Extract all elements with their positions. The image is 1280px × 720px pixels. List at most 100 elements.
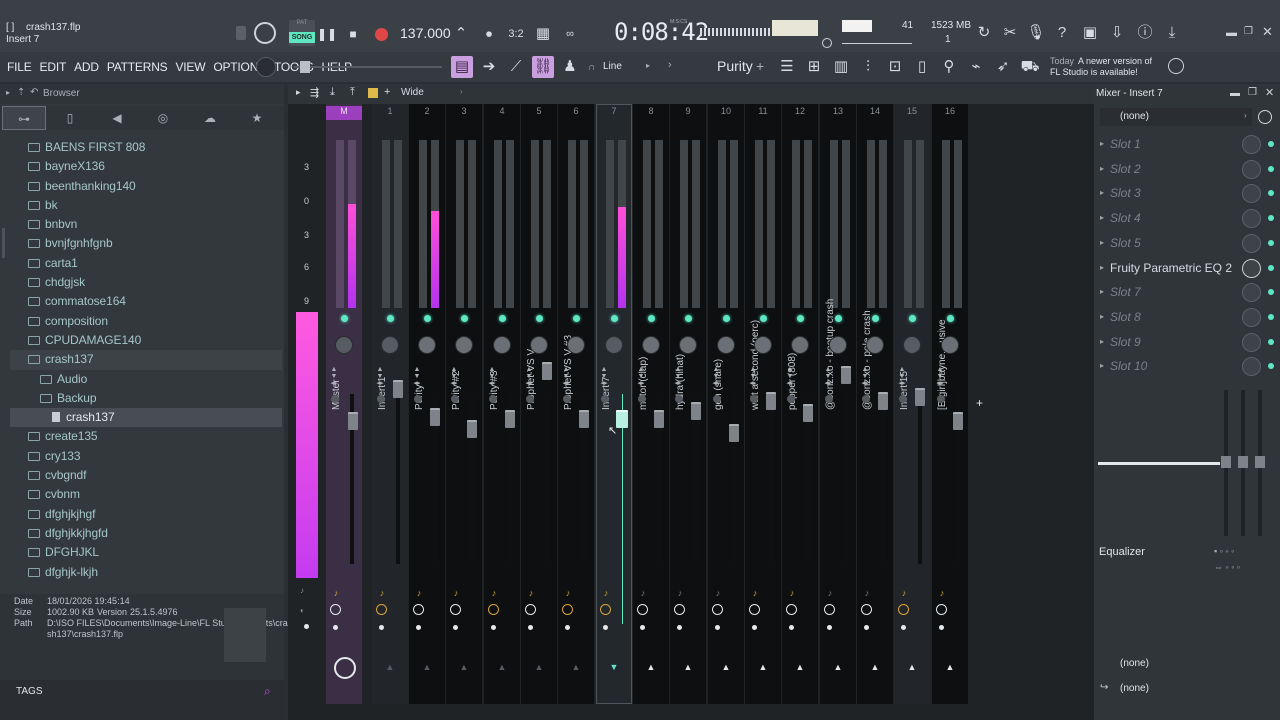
brush-icon[interactable]: ⟋ [505,56,527,78]
mixer-strip[interactable]: 2Purity▲▼◂▸♪▲ [409,104,445,704]
slot-expand-icon[interactable]: ▸ [1100,287,1104,296]
magnet-icon[interactable]: ∩ [588,62,595,73]
stereo-arrows-icon[interactable]: ▲ ▼ [599,366,609,380]
menu-view[interactable]: VIEW [175,60,205,74]
clock-icon[interactable] [600,604,611,615]
wait-record-icon[interactable]: ⏺ [478,23,500,45]
stereo-arrows-icon[interactable]: ▲ ▼ [487,366,497,380]
route-dot[interactable] [752,625,757,630]
solo-dot[interactable] [601,395,609,403]
effect-slot[interactable]: ▸ Slot 1 [1098,133,1278,156]
stereo-separation-icon[interactable]: ◂▸ [329,380,339,387]
panel-close-icon[interactable]: ✕ [1265,86,1274,99]
fader-track[interactable] [545,394,549,564]
stereo-separation-icon[interactable]: ◂▸ [449,380,459,387]
enable-led[interactable] [499,315,506,322]
slot-expand-icon[interactable]: ▸ [1100,238,1104,247]
loop-record-icon[interactable]: ∞ [559,23,581,45]
route-dot[interactable] [939,625,944,630]
folder-item[interactable]: beenthanking140 [10,177,282,196]
mixer-strip[interactable]: 3 Purity #2 ▲ ▼ ◂▸ ♪ ▲ [446,104,482,704]
clock-icon[interactable] [824,604,835,615]
slot-enable-led[interactable] [1268,215,1274,222]
song-position-slider[interactable] [294,66,442,68]
file-item[interactable]: crash137 [10,408,282,428]
stereo-arrows-icon[interactable]: ▲ ▼ [823,366,833,380]
volume-envelope-icon[interactable]: ♪ [451,588,461,598]
enable-led[interactable] [573,315,580,322]
menu-edit[interactable]: EDIT [40,60,67,74]
send-arrow-icon[interactable]: ▲ [459,662,469,672]
eq-fader-3[interactable] [1255,456,1265,468]
volume-envelope-icon[interactable]: ♪ [489,588,499,598]
route-dot[interactable] [379,625,384,630]
pause-icon[interactable]: ❚❚ [316,23,338,45]
enable-led[interactable] [341,315,348,322]
volume-fader[interactable] [505,410,515,428]
send-arrow-icon[interactable]: ▲ [758,662,768,672]
volume-fader[interactable] [766,392,776,410]
tab-favorites-icon[interactable]: ★ [235,106,279,130]
folder-item[interactable]: cvbnm [10,485,282,504]
tab-sounds-icon[interactable]: ◀ [95,106,139,130]
effect-slot[interactable]: ▸ Slot 10 [1098,355,1278,378]
clock-icon[interactable] [330,604,341,615]
mixer-tool-icon[interactable]: ⇶ [310,86,319,99]
route-dot[interactable] [864,625,869,630]
route-dot[interactable] [528,625,533,630]
volume-fader[interactable] [579,410,589,428]
fader-track[interactable] [622,394,623,624]
pan-knob[interactable] [679,336,697,354]
stereo-arrows-icon[interactable]: ▲ ▼ [636,366,646,380]
stereo-separation-icon[interactable]: ◂▸ [561,380,571,387]
slot-expand-icon[interactable]: ▸ [1100,164,1104,173]
clock-icon[interactable] [488,604,499,615]
clock-icon[interactable] [413,604,424,615]
mixer-strip[interactable]: 4 Purity #3 ▲ ▼ ◂▸ ♪ ▲ [484,104,520,704]
song-position-handle[interactable] [300,61,310,73]
slot-expand-icon[interactable]: ▸ [1100,312,1104,321]
pan-knob[interactable] [335,336,353,354]
route-dot[interactable] [901,625,906,630]
folder-item[interactable]: carta1 [10,254,282,273]
enable-led[interactable] [648,315,655,322]
microphone-icon[interactable]: 🎙 [1025,22,1047,44]
enable-led[interactable] [947,315,954,322]
mixer-strip[interactable]: MMaster▲▼◂▸♪ [326,104,362,704]
slot-enable-led[interactable] [1268,313,1274,320]
clock-icon[interactable] [786,604,797,615]
cut-icon[interactable]: ✂ [999,22,1021,44]
stereo-separation-icon[interactable]: ◂▸ [785,380,795,387]
pan-knob[interactable] [605,336,623,354]
volume-envelope-icon[interactable]: ♪ [713,588,723,598]
input-select[interactable]: (none) › [1100,108,1252,126]
volume-fader[interactable] [803,404,813,422]
enable-led[interactable] [872,315,879,322]
stereo-separation-icon[interactable]: ◂▸ [375,380,385,387]
pan-knob[interactable] [941,336,959,354]
enable-led[interactable] [723,315,730,322]
folder-item[interactable]: bk [10,196,282,215]
effect-slot[interactable]: ▸ Slot 8 [1098,306,1278,329]
folder-item[interactable]: cry133 [10,447,282,466]
pan-knob[interactable] [866,336,884,354]
slot-mix-knob[interactable] [1242,258,1261,278]
stereo-separation-icon[interactable]: ◂▸ [748,380,758,387]
time-display[interactable]: 0:08:42 [614,18,709,46]
arrow-right-icon[interactable]: ➔ [478,56,500,78]
search-icon[interactable]: ⌕ [264,684,271,699]
download-icon[interactable]: ⤓ [1161,22,1183,44]
restore-icon[interactable]: ❐ [1244,26,1253,37]
slot-expand-icon[interactable]: ▸ [1100,188,1104,197]
clock-icon[interactable] [749,604,760,615]
slot-expand-icon[interactable]: ▸ [1100,337,1104,346]
mixer-strip[interactable]: 9 hydra (hihat) ▲ ▼ ◂▸ ♪ ▲ [670,104,706,704]
mixer-icon[interactable]: ⫶ [857,56,879,78]
folder-item[interactable]: DFGHJKL [10,543,282,562]
add-preset-icon[interactable]: + [756,58,764,74]
pitch-knob[interactable] [236,26,246,40]
slot-enable-led[interactable] [1268,264,1274,271]
volume-fader[interactable] [616,410,628,428]
slot-enable-led[interactable] [1268,190,1274,197]
link-icon[interactable]: ⛓ [532,56,554,78]
